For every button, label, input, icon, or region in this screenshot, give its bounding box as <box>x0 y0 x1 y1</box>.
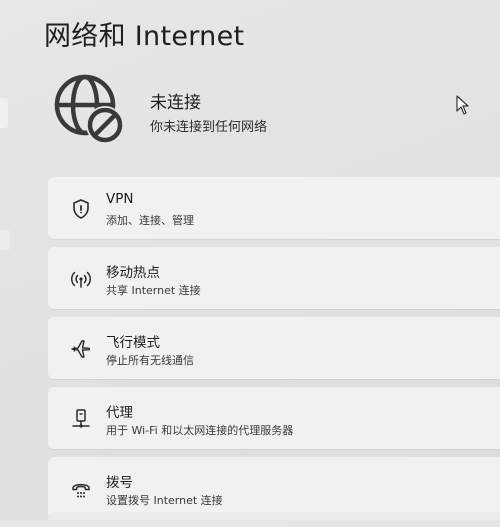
nav-edge[interactable] <box>0 98 8 128</box>
setting-item-description: 停止所有无线通信 <box>106 354 194 367</box>
globe-disconnected-icon <box>54 74 124 144</box>
hotspot-icon <box>70 271 92 288</box>
setting-item-proxy[interactable]: 代理 用于 Wi-Fi 和以太网连接的代理服务器 <box>48 387 500 449</box>
settings-list: VPN 添加、连接、管理 移动热点 共享 Internet 连接 飞行模式 停止… <box>48 177 500 527</box>
setting-item-label: 移动热点 <box>106 265 160 281</box>
connection-status-description: 你未连接到任何网络 <box>150 120 268 135</box>
setting-item-description: 添加、连接、管理 <box>106 214 194 227</box>
proxy-icon <box>72 409 90 428</box>
dialup-icon <box>72 483 90 498</box>
setting-item-dial-up[interactable]: 拨号 设置拨号 Internet 连接 <box>48 457 500 519</box>
setting-item-vpn[interactable]: VPN 添加、连接、管理 <box>48 177 500 239</box>
page-title: 网络和 Internet <box>44 21 245 52</box>
setting-item-label: 代理 <box>106 405 133 421</box>
setting-item-airplane-mode[interactable]: 飞行模式 停止所有无线通信 <box>48 317 500 379</box>
setting-item-description: 用于 Wi-Fi 和以太网连接的代理服务器 <box>106 424 294 437</box>
airplane-icon <box>71 340 91 358</box>
shield-icon <box>73 199 89 219</box>
next-setting-item-partial[interactable] <box>48 512 500 520</box>
setting-item-label: 拨号 <box>106 475 133 491</box>
nav-edge-lower <box>0 230 10 250</box>
setting-item-mobile-hotspot[interactable]: 移动热点 共享 Internet 连接 <box>48 247 500 309</box>
connection-status-title: 未连接 <box>150 93 201 113</box>
setting-item-label: VPN <box>106 191 134 207</box>
setting-item-description: 共享 Internet 连接 <box>106 284 201 297</box>
mouse-cursor-icon <box>456 95 469 115</box>
setting-item-description: 设置拨号 Internet 连接 <box>106 494 223 507</box>
setting-item-label: 飞行模式 <box>106 335 160 351</box>
